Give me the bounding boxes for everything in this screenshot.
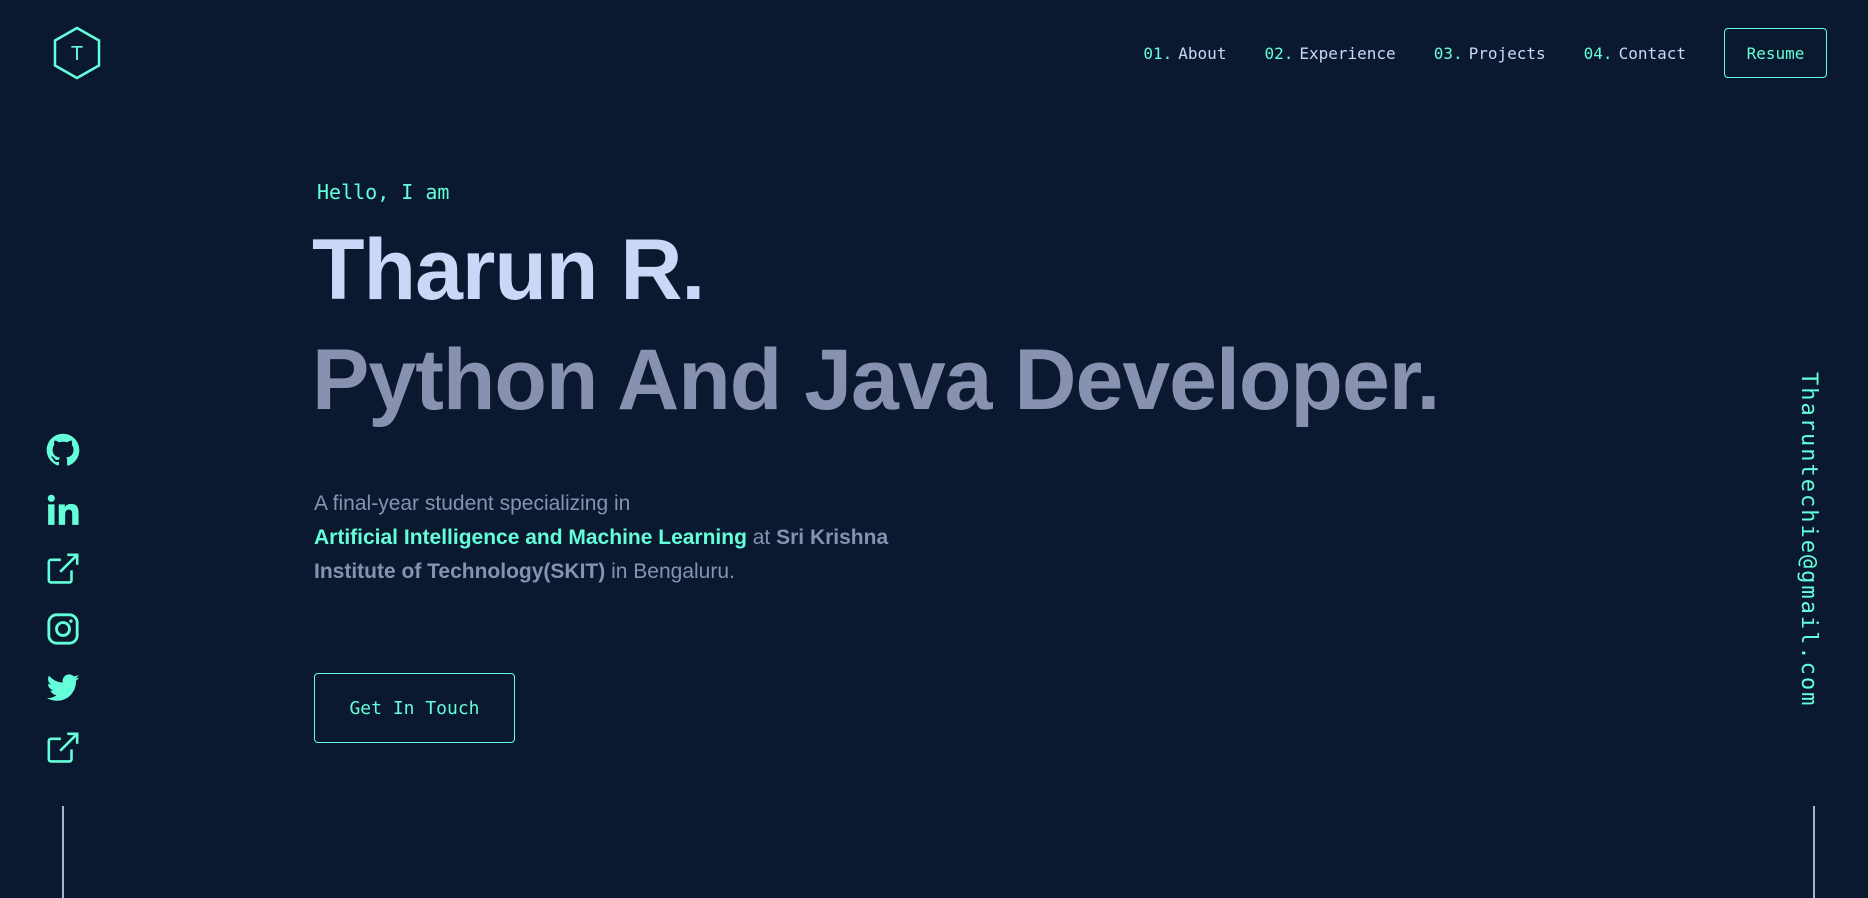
github-link[interactable] bbox=[45, 432, 81, 468]
intro-location: in Bengaluru. bbox=[605, 560, 735, 583]
nav-item-label: About bbox=[1178, 43, 1227, 63]
nav-item-projects[interactable]: 03. Projects bbox=[1434, 44, 1546, 63]
logo-link[interactable]: T bbox=[52, 26, 102, 80]
external-link-1[interactable] bbox=[45, 551, 81, 587]
get-in-touch-button[interactable]: Get In Touch bbox=[314, 673, 515, 743]
external-link-icon bbox=[47, 553, 79, 584]
portfolio-page: T 01. About 02. Experience 03. Projects 04.… bbox=[0, 0, 1868, 898]
resume-button[interactable]: Resume bbox=[1724, 28, 1827, 78]
nav-item-label: Contact bbox=[1618, 43, 1686, 63]
hexagon-logo-icon: T bbox=[53, 26, 101, 80]
hero-role: Python And Java Developer. bbox=[312, 332, 1440, 428]
instagram-link[interactable] bbox=[45, 611, 81, 647]
external-link-2[interactable] bbox=[45, 730, 81, 766]
main-nav: 01. About 02. Experience 03. Projects 04. Co… bbox=[1143, 28, 1827, 78]
nav-item-number: 01. bbox=[1143, 43, 1173, 63]
external-link-icon bbox=[47, 732, 79, 763]
intro-field-highlight: Artificial Intelligence and Machine Lear… bbox=[314, 526, 747, 549]
instagram-icon bbox=[47, 612, 79, 645]
twitter-link[interactable] bbox=[45, 670, 81, 706]
nav-item-contact[interactable]: 04. Contact bbox=[1584, 44, 1686, 63]
nav-item-number: 04. bbox=[1583, 43, 1613, 63]
intro-connector: at bbox=[746, 526, 777, 549]
logo-letter: T bbox=[71, 43, 83, 65]
hero-name: Tharun R. bbox=[312, 222, 705, 318]
github-icon bbox=[46, 433, 80, 466]
social-links bbox=[45, 432, 81, 789]
nav-item-label: Projects bbox=[1468, 43, 1546, 63]
linkedin-link[interactable] bbox=[45, 492, 81, 528]
nav-item-label: Experience bbox=[1299, 43, 1396, 63]
hero-greeting: Hello, I am bbox=[317, 180, 450, 204]
email-link[interactable]: Tharuntechie@gmail.com bbox=[1796, 372, 1821, 707]
hero-intro: A final-year student specializing in Art… bbox=[314, 487, 934, 589]
nav-item-experience[interactable]: 02. Experience bbox=[1264, 44, 1395, 63]
nav-item-number: 02. bbox=[1264, 43, 1294, 63]
intro-text: A final-year student specializing in bbox=[314, 492, 631, 515]
nav-item-about[interactable]: 01. About bbox=[1143, 44, 1226, 63]
left-rail-line bbox=[62, 806, 64, 898]
nav-item-number: 03. bbox=[1433, 43, 1463, 63]
right-rail-line bbox=[1813, 806, 1815, 898]
linkedin-icon bbox=[47, 494, 79, 525]
twitter-icon bbox=[46, 674, 80, 701]
